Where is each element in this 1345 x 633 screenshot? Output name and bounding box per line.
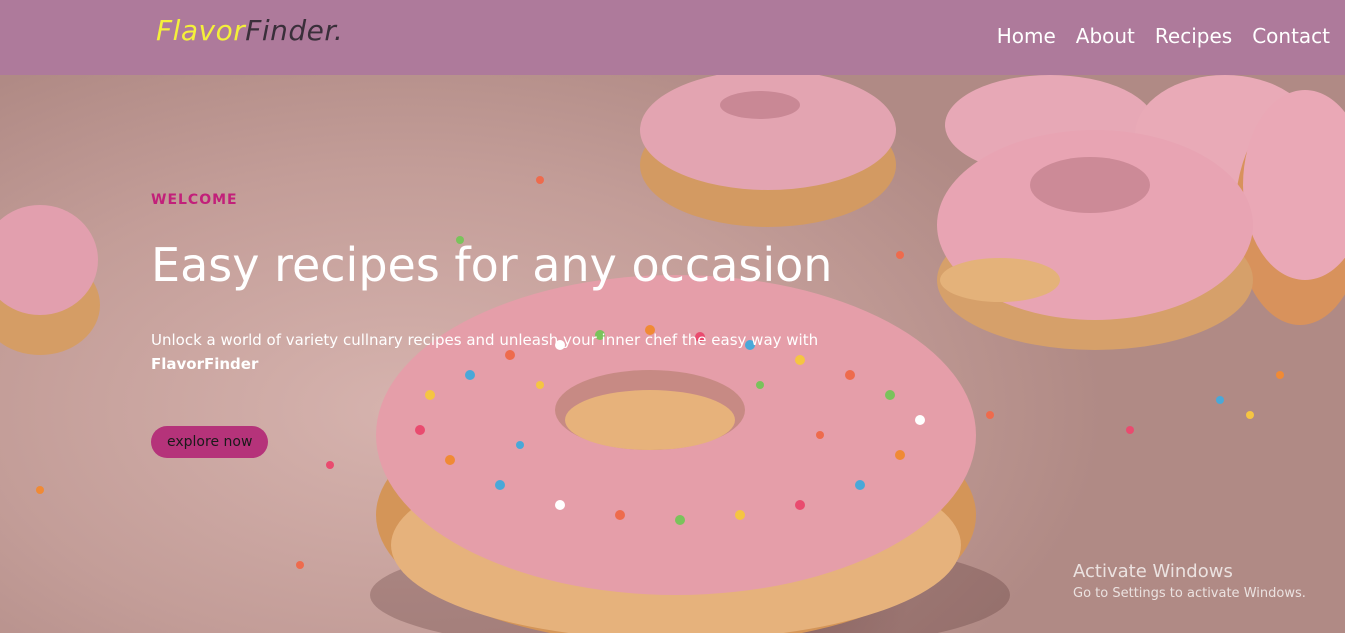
watermark-title: Activate Windows [1073,561,1233,582]
hero-subtext: Unlock a world of variety cullnary recip… [151,328,891,376]
brand-logo[interactable]: FlavorFinder. [156,14,343,47]
watermark-subtitle: Go to Settings to activate Windows. [1073,586,1306,601]
hero-eyebrow: WELCOME [151,192,238,208]
brand-logo-part2: Finder. [245,14,344,47]
nav-link-recipes[interactable]: Recipes [1155,24,1232,48]
nav-link-contact[interactable]: Contact [1252,24,1330,48]
nav-link-home[interactable]: Home [997,24,1056,48]
explore-now-button[interactable]: explore now [151,426,269,458]
navbar: FlavorFinder. Home About Recipes Contact [0,0,1345,75]
main-nav: Home About Recipes Contact [997,24,1330,48]
activate-windows-watermark: Activate Windows Go to Settings to activ… [1073,561,1306,601]
hero-content: WELCOME Easy recipes for any occasion Un… [151,192,891,458]
nav-link-about[interactable]: About [1076,24,1135,48]
brand-logo-part1: Flavor [156,14,246,47]
hero-subtext-brand: FlavorFinder [151,355,259,373]
hero-headline: Easy recipes for any occasion [151,238,833,292]
hero-subtext-body: Unlock a world of variety cullnary recip… [151,331,819,349]
hero-section: WELCOME Easy recipes for any occasion Un… [0,75,1345,633]
